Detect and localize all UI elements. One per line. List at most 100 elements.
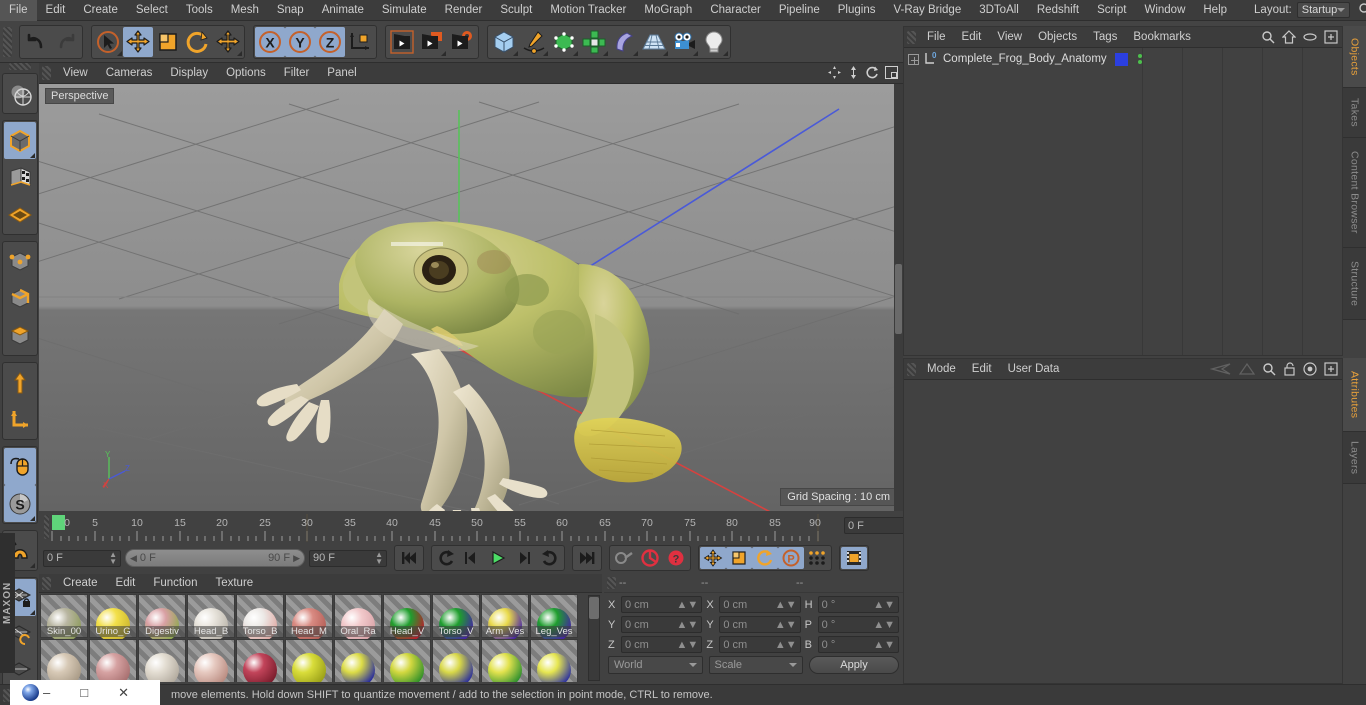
object-menu-view[interactable]: View (989, 27, 1030, 48)
maximize-view-icon[interactable] (885, 66, 898, 82)
viewport-3d[interactable]: Perspective Grid Spacing : 10 cm Y X Z (39, 84, 903, 511)
spinner-arrows-icon[interactable]: ▲▼ (677, 639, 699, 651)
position-key-button[interactable] (700, 547, 726, 569)
next-arrow-icon[interactable] (1238, 362, 1256, 378)
material-item[interactable] (383, 639, 431, 682)
menu-item-3dtoall[interactable]: 3DToAll (970, 0, 1028, 21)
viewport-menu-panel[interactable]: Panel (318, 63, 365, 84)
material-item[interactable]: Oral_Ra (334, 594, 382, 642)
menu-item-animate[interactable]: Animate (313, 0, 373, 21)
apply-button[interactable]: Apply (809, 656, 899, 674)
viewport-menu-filter[interactable]: Filter (275, 63, 319, 84)
coord-field-pos-z[interactable]: 0 cm ▲▼ (621, 636, 703, 653)
undo-button[interactable] (21, 27, 51, 57)
edge-tab-content-browser[interactable]: Content Browser (1343, 138, 1366, 248)
viewport-scroll-thumb[interactable] (895, 264, 902, 334)
coord-size-mode-dropdown[interactable]: Scale (708, 656, 803, 674)
parameter-key-button[interactable]: P (778, 547, 804, 569)
menu-item-select[interactable]: Select (127, 0, 177, 21)
material-item[interactable] (432, 639, 480, 682)
scale-key-button[interactable] (726, 547, 752, 569)
menu-item-sculpt[interactable]: Sculpt (491, 0, 541, 21)
close-button[interactable]: ✕ (118, 685, 129, 701)
spinner-arrows-icon[interactable]: ▲▼ (109, 551, 117, 566)
play-backwards-loop-button[interactable] (433, 547, 459, 569)
object-list-item[interactable]: 0 Complete_Frog_Body_Anatomy (904, 49, 1342, 69)
plus-box-icon[interactable] (1324, 362, 1338, 379)
start-frame-field[interactable]: 0 F ▲ ▼ (43, 549, 121, 567)
range-left-arrow-icon[interactable]: ◀ (130, 553, 137, 564)
viewport-menu-options[interactable]: Options (217, 63, 275, 84)
lock-icon[interactable] (1283, 362, 1296, 379)
coord-field-rot-h[interactable]: 0 ° ▲▼ (817, 596, 899, 613)
render-settings-button[interactable] (447, 27, 477, 57)
viewport-menu-view[interactable]: View (54, 63, 97, 84)
point-level-animation-button[interactable] (804, 547, 830, 569)
menu-item-help[interactable]: Help (1194, 0, 1236, 21)
axis-modify-tool[interactable] (4, 364, 36, 401)
material-item[interactable] (138, 639, 186, 682)
toolbar-grip[interactable] (3, 26, 12, 57)
material-scrollbar[interactable] (588, 595, 600, 681)
prev-arrow-icon[interactable] (1209, 363, 1232, 378)
timeline-ruler[interactable]: 0 5 10 15 20 25 30 35 40 45 50 55 60 65 70 75 80 85 90 (49, 514, 839, 542)
menu-item-render[interactable]: Render (436, 0, 492, 21)
menu-item-vray-bridge[interactable]: V-Ray Bridge (884, 0, 970, 21)
play-button[interactable] (485, 547, 511, 569)
spinner-arrows-icon[interactable]: ▲▼ (775, 619, 797, 631)
material-scroll-thumb[interactable] (589, 597, 599, 619)
material-grid[interactable]: Skin_00 Urino_G Digestiv Head_B Torso_B Head_… (40, 594, 588, 682)
spinner-arrows-icon[interactable]: ▲▼ (677, 619, 699, 631)
material-item[interactable] (89, 639, 137, 682)
home-icon[interactable] (1281, 30, 1297, 47)
material-item[interactable]: Leg_Ves (530, 594, 578, 642)
step-forward-button[interactable] (511, 547, 537, 569)
plus-box-icon[interactable] (1324, 30, 1338, 47)
menu-item-mograph[interactable]: MoGraph (635, 0, 701, 21)
coord-field-size-x[interactable]: 0 cm ▲▼ (719, 596, 801, 613)
coord-field-size-z[interactable]: 0 cm ▲▼ (719, 636, 801, 653)
coord-field-pos-x[interactable]: 0 cm ▲▼ (621, 596, 703, 613)
rotate-tool[interactable] (183, 27, 213, 57)
menu-item-script[interactable]: Script (1088, 0, 1135, 21)
minimize-button[interactable]: – (43, 685, 50, 700)
polygons-mode-tool[interactable] (4, 317, 36, 354)
menu-item-redshift[interactable]: Redshift (1028, 0, 1088, 21)
coord-field-rot-p[interactable]: 0 ° ▲▼ (817, 616, 899, 633)
material-item[interactable]: Head_M (285, 594, 333, 642)
go-to-end-button[interactable] (574, 547, 600, 569)
attribute-menu-edit[interactable]: Edit (964, 359, 1000, 380)
make-editable-globe-tool[interactable] (4, 75, 36, 112)
left-toolbar-grip[interactable] (8, 63, 31, 70)
menu-item-window[interactable]: Window (1135, 0, 1194, 21)
texture-mode-tool[interactable] (4, 159, 36, 196)
coord-field-size-y[interactable]: 0 cm ▲▼ (719, 616, 801, 633)
material-item[interactable]: Urino_G (89, 594, 137, 642)
viewport-grip[interactable] (42, 66, 51, 80)
render-to-picture-viewer-button[interactable] (417, 27, 447, 57)
edge-tab-takes[interactable]: Takes (1343, 88, 1366, 138)
lock-y-axis[interactable]: Y (285, 26, 315, 57)
menu-item-motion-tracker[interactable]: Motion Tracker (541, 0, 635, 21)
ellipse-icon[interactable] (1303, 32, 1317, 45)
search-icon[interactable] (1262, 362, 1276, 379)
add-deformer-button[interactable] (609, 27, 639, 57)
viewport-scrollbar[interactable] (894, 84, 903, 511)
spinner-arrows-icon[interactable]: ▲▼ (873, 639, 895, 651)
scale-tool[interactable] (153, 27, 183, 57)
menu-item-character[interactable]: Character (701, 0, 770, 21)
coordinates-grip[interactable] (607, 577, 616, 589)
edge-tab-layers[interactable]: Layers (1343, 432, 1366, 484)
points-mode-tool[interactable] (4, 243, 36, 280)
material-item[interactable] (40, 639, 88, 682)
edges-mode-tool[interactable] (4, 280, 36, 317)
object-axis-tool[interactable] (4, 401, 36, 438)
edge-tab-attributes[interactable]: Attributes (1343, 358, 1366, 432)
material-item[interactable]: Torso_V (432, 594, 480, 642)
material-item[interactable]: Head_V (383, 594, 431, 642)
material-item[interactable] (481, 639, 529, 682)
add-light-button[interactable] (699, 27, 729, 57)
spinner-arrows-icon[interactable]: ▲▼ (775, 639, 797, 651)
attribute-manager-grip[interactable] (907, 362, 916, 376)
search-icon[interactable] (1261, 30, 1275, 47)
